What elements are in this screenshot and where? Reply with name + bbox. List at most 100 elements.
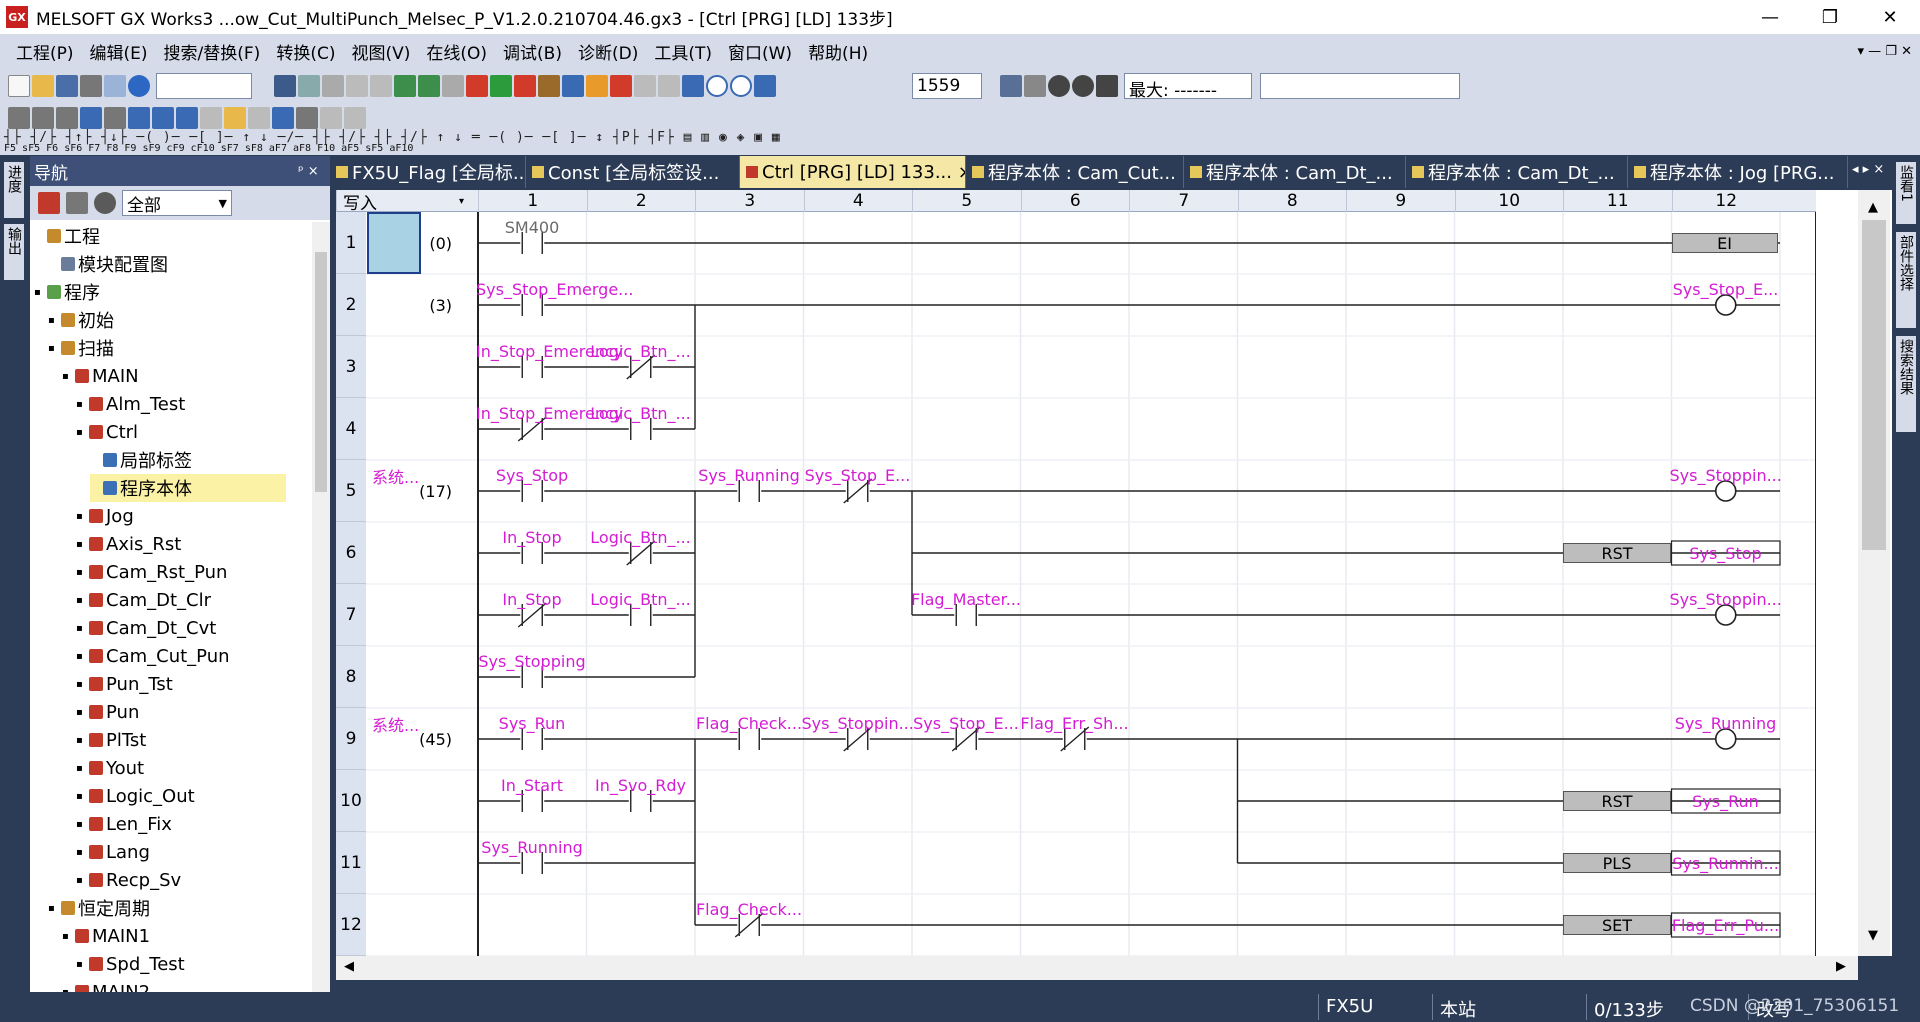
tree-item[interactable]: ▪ 扫描 xyxy=(48,334,114,362)
search-combo[interactable] xyxy=(156,73,252,99)
collapse-icon[interactable] xyxy=(66,192,88,214)
tree-item[interactable]: ▪ Cam_Dt_Clr xyxy=(76,586,211,614)
dev-comment-icon[interactable] xyxy=(128,107,150,129)
expand-icon[interactable]: ▪ xyxy=(76,763,86,774)
max-scan-combo[interactable]: 最大: ------- xyxy=(1124,73,1252,101)
filter-select[interactable]: 全部 ▼ xyxy=(122,190,232,216)
tree-item[interactable]: ▪ Logic_Out xyxy=(76,782,195,810)
tree-view-icon[interactable] xyxy=(38,192,60,214)
tree-item[interactable]: ▪ Pun xyxy=(76,698,139,726)
label-list-icon[interactable] xyxy=(80,107,102,129)
document-tab[interactable]: 程序本体 : Cam_Dt_... xyxy=(1184,156,1406,188)
import-icon[interactable] xyxy=(586,75,608,97)
document-tab[interactable]: FX5U_Flag [全局标... xyxy=(330,156,526,188)
tree-item[interactable]: 局部标签 xyxy=(90,446,192,474)
window-icon[interactable] xyxy=(634,75,656,97)
dev-icon[interactable] xyxy=(562,75,584,97)
pause-icon[interactable] xyxy=(1072,75,1094,97)
device-search-icon[interactable] xyxy=(394,75,416,97)
online-change-icon[interactable] xyxy=(344,107,366,129)
ladder-icon[interactable] xyxy=(8,107,30,129)
minimize-button[interactable]: — xyxy=(1740,0,1800,34)
copy-icon[interactable] xyxy=(298,75,320,97)
menu-tool[interactable]: 工具(T) xyxy=(646,39,720,64)
redo-icon[interactable] xyxy=(370,75,392,97)
expand-icon[interactable]: ▪ xyxy=(76,791,86,802)
menu-find-replace[interactable]: 搜索/替换(F) xyxy=(156,39,269,64)
menu-diagnostics[interactable]: 诊断(D) xyxy=(570,39,646,64)
zoom-in-icon[interactable] xyxy=(706,75,728,97)
save-icon[interactable] xyxy=(56,75,78,97)
scroll-left-icon[interactable]: ◀ xyxy=(344,959,354,974)
tree-item[interactable]: ▪ Cam_Dt_Cvt xyxy=(76,614,216,642)
restore-button[interactable]: ❐ xyxy=(1800,0,1860,34)
row-number[interactable]: 4 xyxy=(336,398,366,460)
expand-icon[interactable]: ▪ xyxy=(76,427,86,438)
tree-item[interactable]: ▪ MAIN xyxy=(62,362,139,390)
write-plc-icon[interactable] xyxy=(466,75,488,97)
convert-icon[interactable] xyxy=(320,107,342,129)
undo-icon[interactable] xyxy=(346,75,368,97)
menu-convert[interactable]: 转换(C) xyxy=(268,39,343,64)
export-icon[interactable] xyxy=(610,75,632,97)
new-icon[interactable] xyxy=(8,75,30,97)
mdi-controls[interactable]: ▾ — ❐ ✕ xyxy=(1858,44,1912,59)
menu-window[interactable]: 窗口(W) xyxy=(720,39,800,64)
monitor-start-icon[interactable] xyxy=(200,107,222,129)
expand-icon[interactable]: ▪ xyxy=(76,623,86,634)
monitor-icon[interactable] xyxy=(538,75,560,97)
row-number[interactable]: 5 xyxy=(336,460,366,522)
gear-icon[interactable] xyxy=(94,192,116,214)
row-number[interactable]: 2 xyxy=(336,274,366,336)
zoom-combo[interactable]: 1559 xyxy=(912,73,982,99)
step-icon[interactable] xyxy=(1096,75,1118,97)
expand-icon[interactable]: ▪ xyxy=(76,847,86,858)
expand-icon[interactable]: ▪ xyxy=(48,315,58,326)
tree-item[interactable]: 工程 xyxy=(34,222,100,250)
io-icon[interactable] xyxy=(248,107,270,129)
tree-item[interactable]: ▪ Ctrl xyxy=(76,418,138,446)
menu-edit[interactable]: 编辑(E) xyxy=(82,39,156,64)
expand-icon[interactable]: ▪ xyxy=(76,651,86,662)
expand-icon[interactable]: ▪ xyxy=(76,959,86,970)
expand-icon[interactable]: ▪ xyxy=(76,875,86,886)
expand-icon[interactable]: ▪ xyxy=(76,595,86,606)
tree-item[interactable]: ▪ 初始 xyxy=(48,306,114,334)
tree-item[interactable]: ▪ PlTst xyxy=(76,726,146,754)
row-number[interactable]: 6 xyxy=(336,522,366,584)
progress-tab[interactable]: 进度 xyxy=(4,162,24,218)
row-number[interactable]: 9 xyxy=(336,708,366,770)
output-tab[interactable]: 输出 xyxy=(4,224,24,280)
tree-item[interactable]: ▪ Lang xyxy=(76,838,150,866)
scroll-up-icon[interactable]: ▲ xyxy=(1868,200,1878,215)
row-number[interactable]: 10 xyxy=(336,770,366,832)
expand-icon[interactable]: ▪ xyxy=(76,679,86,690)
editor-scroll-thumb[interactable] xyxy=(1862,220,1886,550)
grid-icon[interactable] xyxy=(104,107,126,129)
menu-help[interactable]: 帮助(H) xyxy=(800,39,876,64)
expand-icon[interactable]: ▪ xyxy=(76,399,86,410)
tree-item[interactable]: 程序本体 xyxy=(90,474,286,502)
st-icon[interactable] xyxy=(32,107,54,129)
expand-icon[interactable]: ▪ xyxy=(62,931,72,942)
dev-statement-icon[interactable] xyxy=(152,107,174,129)
tree-item[interactable]: ▪ Cam_Rst_Pun xyxy=(76,558,227,586)
device-list-icon[interactable] xyxy=(418,75,440,97)
tree-item[interactable]: ▪ Alm_Test xyxy=(76,390,185,418)
zoom-width-icon[interactable] xyxy=(754,75,776,97)
open-icon[interactable] xyxy=(32,75,54,97)
zoom-fit-icon[interactable] xyxy=(682,75,704,97)
parts-selection-tab[interactable]: 部件选择 xyxy=(1896,232,1916,328)
tree-item[interactable]: ▪ Jog xyxy=(76,502,134,530)
module-combo[interactable] xyxy=(1260,73,1460,99)
tree-item[interactable]: ▪ Yout xyxy=(76,754,144,782)
print-icon[interactable] xyxy=(80,75,102,97)
row-number[interactable]: 3 xyxy=(336,336,366,398)
menu-project[interactable]: 工程(P) xyxy=(8,39,82,64)
tree-item[interactable]: 模块配置图 xyxy=(48,250,168,278)
device-icon[interactable] xyxy=(104,75,126,97)
expand-icon[interactable]: ▪ xyxy=(76,539,86,550)
help-icon[interactable] xyxy=(128,75,150,97)
row-number[interactable]: 11 xyxy=(336,832,366,894)
close-button[interactable]: ✕ xyxy=(1860,0,1920,34)
